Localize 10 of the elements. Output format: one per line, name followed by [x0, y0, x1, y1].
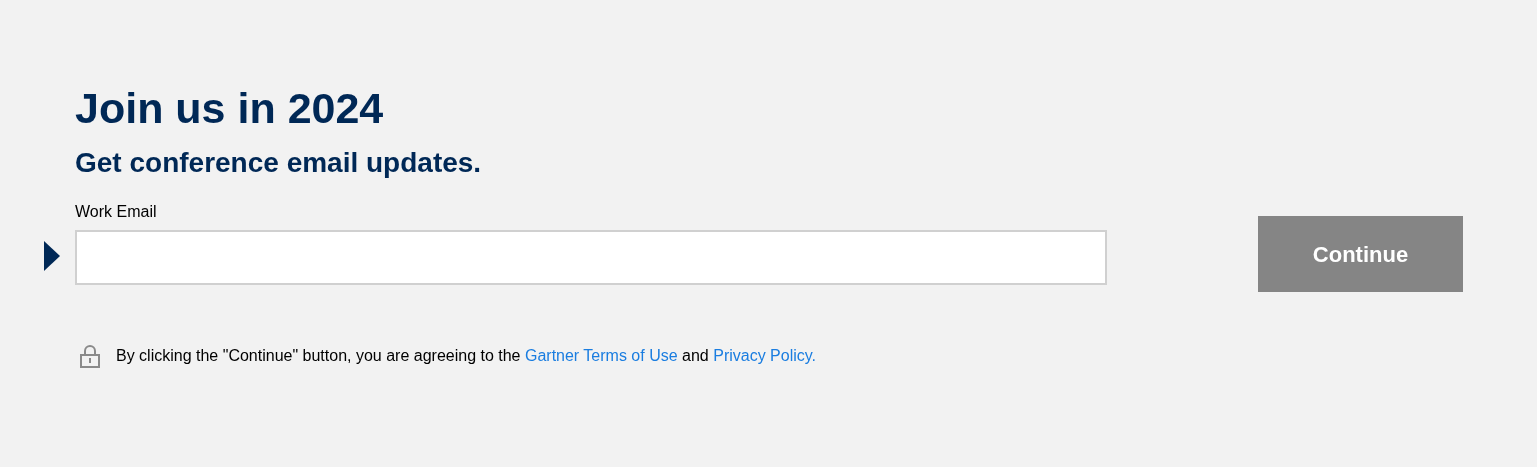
- email-input-field[interactable]: [75, 229, 1107, 285]
- consent-text: By clicking the "Continue" button, you are agreeing to the Gartner Terms of Use and Privacy Policy.: [116, 346, 817, 366]
- link[interactable]: Privacy Policy.: [713, 347, 817, 364]
- subheading: Get conference email updates.: [75, 146, 483, 180]
- link[interactable]: Gartner Terms of Use: [524, 347, 678, 364]
- triangle-icon: [44, 240, 60, 271]
- continue-button[interactable]: Continue: [1258, 216, 1463, 292]
- field-label: Work Email: [75, 202, 158, 222]
- lock-icon: [80, 344, 100, 368]
- heading: Join us in 2024: [75, 84, 385, 132]
